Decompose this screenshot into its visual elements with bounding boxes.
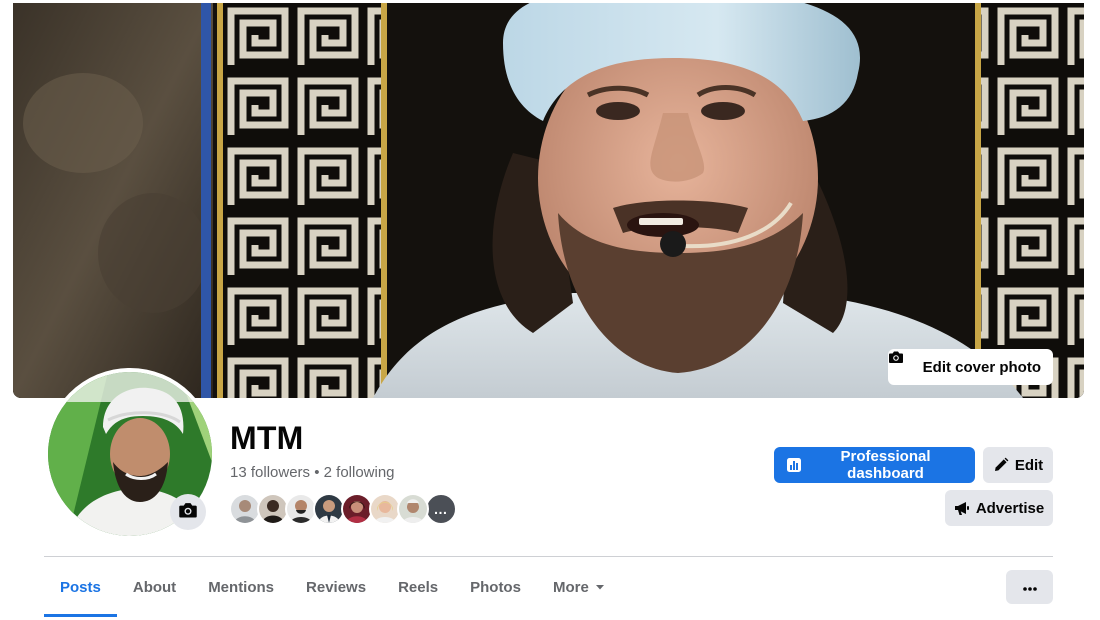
more-options-button[interactable] [1006,570,1053,604]
cover-image [13,3,1084,398]
edit-label: Edit [1014,456,1044,474]
tab-reviews[interactable]: Reviews [290,557,382,617]
tab-photos-label: Photos [470,578,521,596]
professional-dashboard-button[interactable]: Professional dashboard [774,447,975,483]
tab-posts[interactable]: Posts [44,557,117,617]
tab-about[interactable]: About [117,557,192,617]
stats-separator: • [310,464,324,481]
tab-mentions[interactable]: Mentions [192,557,290,617]
advertise-label: Advertise [975,499,1045,517]
megaphone-icon [954,500,970,516]
tab-mentions-label: Mentions [208,578,275,596]
cover-photo[interactable]: Edit cover photo [13,3,1084,398]
update-profile-picture-button[interactable] [170,494,206,530]
bar-chart-icon [786,457,802,473]
tab-more[interactable]: More [537,557,621,617]
profile-name: MTM [230,420,304,456]
tab-more-label: More [552,578,589,596]
follow-stats: 13 followers • 2 following [230,464,395,481]
caret-down-icon [595,582,605,592]
camera-icon [178,500,198,525]
follower-faces: … [229,493,457,525]
followers-link[interactable]: 13 followers [230,464,310,481]
more-followers-icon[interactable]: … [425,493,457,525]
tab-reels[interactable]: Reels [382,557,454,617]
ellipsis-icon [1022,578,1037,596]
edit-cover-photo-button[interactable]: Edit cover photo [887,349,1053,385]
pencil-icon [993,457,1009,473]
edit-cover-photo-label: Edit cover photo [922,358,1041,376]
tab-reviews-label: Reviews [306,578,367,596]
camera-icon [888,351,916,375]
tab-posts-label: Posts [60,578,101,596]
professional-dashboard-label: Professional dashboard [840,448,931,482]
tab-photos[interactable]: Photos [454,557,537,617]
following-link[interactable]: 2 following [324,464,395,481]
tab-reels-label: Reels [398,578,439,596]
advertise-button[interactable]: Advertise [945,490,1053,526]
tab-about-label: About [132,578,177,596]
follower-avatar[interactable] [397,493,429,525]
edit-profile-button[interactable]: Edit [983,447,1053,483]
profile-tabs: Posts About Mentions Reviews Reels Photo… [44,557,621,617]
